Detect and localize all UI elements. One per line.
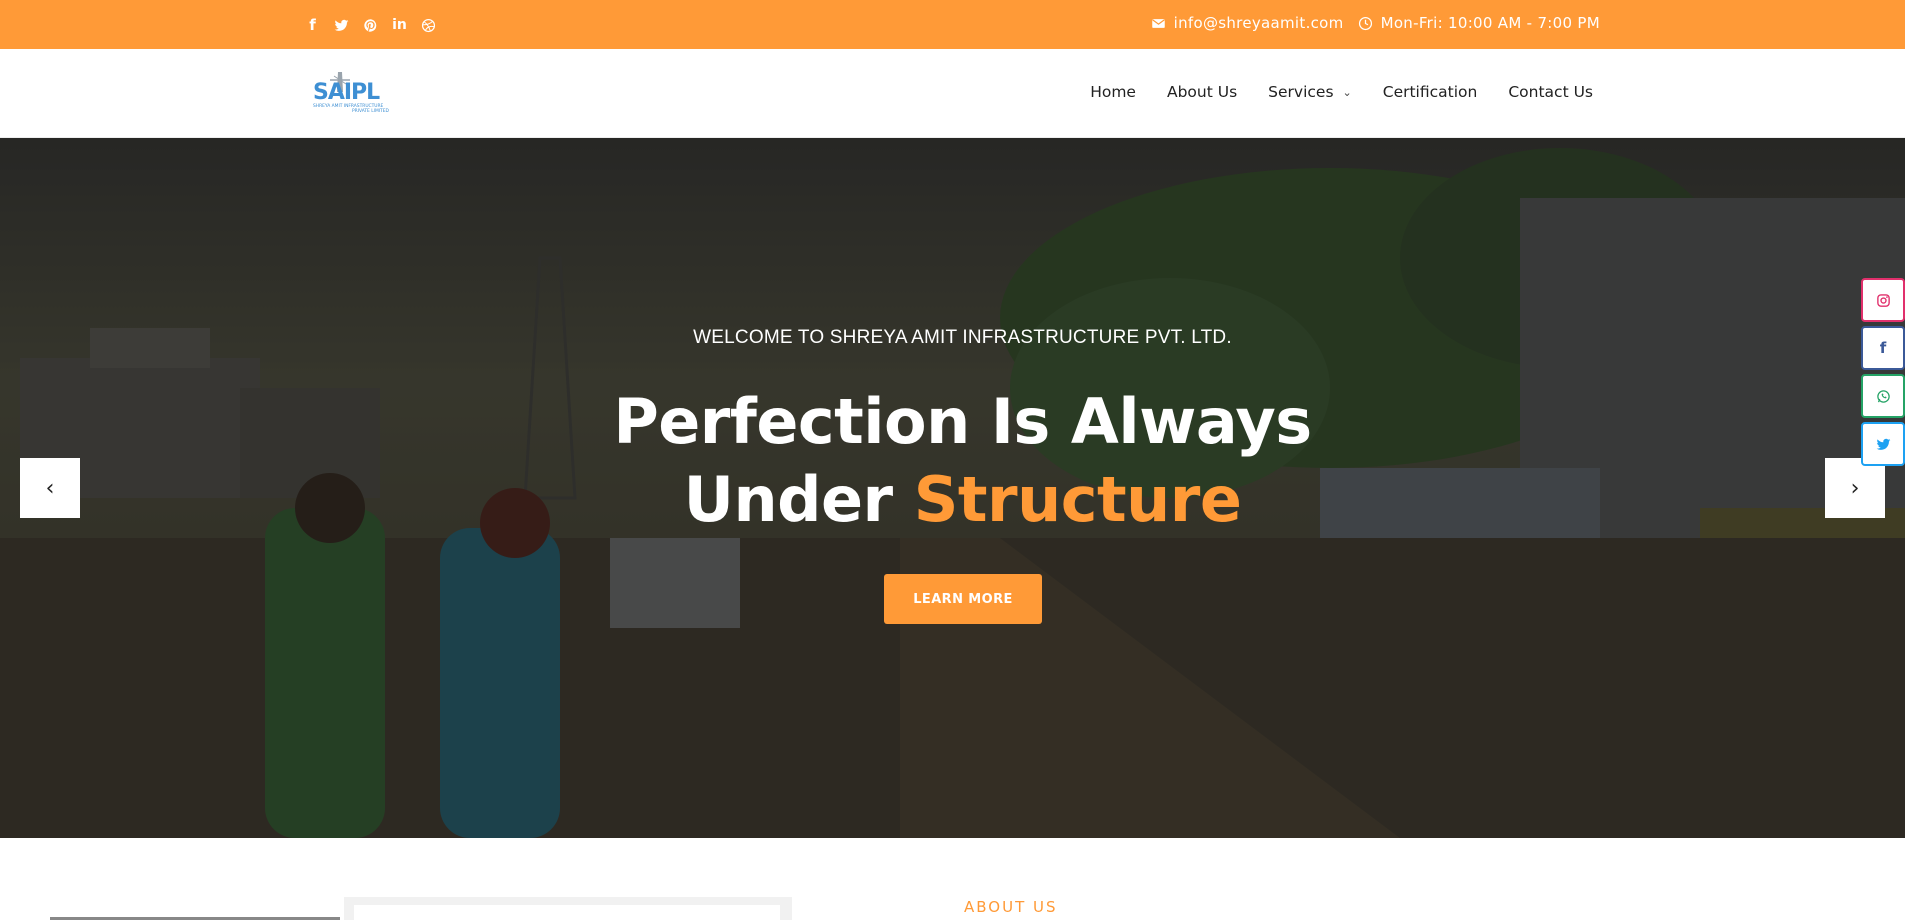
- twitter-icon[interactable]: [334, 16, 349, 34]
- slider-prev-button[interactable]: ‹: [20, 458, 80, 518]
- facebook-button[interactable]: f: [1861, 326, 1905, 370]
- facebook-icon[interactable]: f: [305, 16, 320, 34]
- logo-graphic: SAIPL SHREYA AMIT INFRASTRUCTURE PRIVATE…: [313, 72, 390, 114]
- hero-headline-plain: Under: [683, 463, 914, 536]
- hero-headline-line2: Under Structure: [0, 461, 1905, 539]
- about-image-inner: [354, 905, 780, 920]
- hero-headline-accent: Structure: [913, 463, 1242, 536]
- top-bar: f in info@shreyaamit.com Mon-Fri: 10:00 …: [0, 0, 1905, 49]
- envelope-icon: [1151, 18, 1165, 28]
- nav-services-label: Services: [1268, 83, 1334, 101]
- about-image-card: [344, 897, 792, 920]
- instagram-icon: [1876, 293, 1890, 307]
- instagram-button[interactable]: [1861, 278, 1905, 322]
- hero-headline: Perfection Is Always Under Structure: [0, 383, 1905, 539]
- chevron-down-icon: ⌄: [1342, 85, 1352, 99]
- topbar-social-links: f in: [305, 16, 436, 34]
- topbar-contact: info@shreyaamit.com Mon-Fri: 10:00 AM - …: [1151, 14, 1600, 32]
- chevron-left-icon: ‹: [45, 475, 55, 501]
- about-section-label: ABOUT US: [964, 898, 1058, 916]
- nav-contact-us[interactable]: Contact Us: [1508, 83, 1593, 101]
- svg-text:PRIVATE LIMITED: PRIVATE LIMITED: [352, 108, 390, 114]
- whatsapp-icon: [1876, 389, 1890, 403]
- nav-certification[interactable]: Certification: [1383, 83, 1478, 101]
- floating-social-bar: f: [1861, 278, 1905, 466]
- svg-text:SAIPL: SAIPL: [313, 80, 380, 105]
- main-nav: Home About Us Services ⌄ Certification C…: [1090, 83, 1593, 101]
- hours-item: Mon-Fri: 10:00 AM - 7:00 PM: [1358, 14, 1600, 32]
- hero-headline-line1: Perfection Is Always: [613, 385, 1312, 458]
- hours-text: Mon-Fri: 10:00 AM - 7:00 PM: [1380, 14, 1600, 32]
- clock-icon: [1358, 16, 1372, 30]
- email-item[interactable]: info@shreyaamit.com: [1151, 14, 1344, 32]
- nav-about-us[interactable]: About Us: [1167, 83, 1237, 101]
- chevron-right-icon: ›: [1850, 475, 1860, 501]
- pinterest-icon[interactable]: [363, 16, 378, 34]
- dribbble-icon[interactable]: [421, 16, 436, 34]
- email-text[interactable]: info@shreyaamit.com: [1174, 14, 1344, 32]
- linkedin-icon[interactable]: in: [392, 16, 407, 34]
- hero-slider: WELCOME TO SHREYA AMIT INFRASTRUCTURE PV…: [0, 138, 1905, 838]
- hero-welcome-text: WELCOME TO SHREYA AMIT INFRASTRUCTURE PV…: [693, 327, 1232, 348]
- company-logo[interactable]: SAIPL SHREYA AMIT INFRASTRUCTURE PRIVATE…: [312, 70, 394, 116]
- whatsapp-button[interactable]: [1861, 374, 1905, 418]
- facebook-icon: f: [1879, 339, 1887, 357]
- nav-services[interactable]: Services ⌄: [1268, 83, 1352, 101]
- nav-home[interactable]: Home: [1090, 83, 1136, 101]
- twitter-icon: [1876, 438, 1890, 450]
- site-header: SAIPL SHREYA AMIT INFRASTRUCTURE PRIVATE…: [0, 49, 1905, 138]
- learn-more-button[interactable]: LEARN MORE: [884, 574, 1042, 624]
- twitter-button[interactable]: [1861, 422, 1905, 466]
- slider-next-button[interactable]: ›: [1825, 458, 1885, 518]
